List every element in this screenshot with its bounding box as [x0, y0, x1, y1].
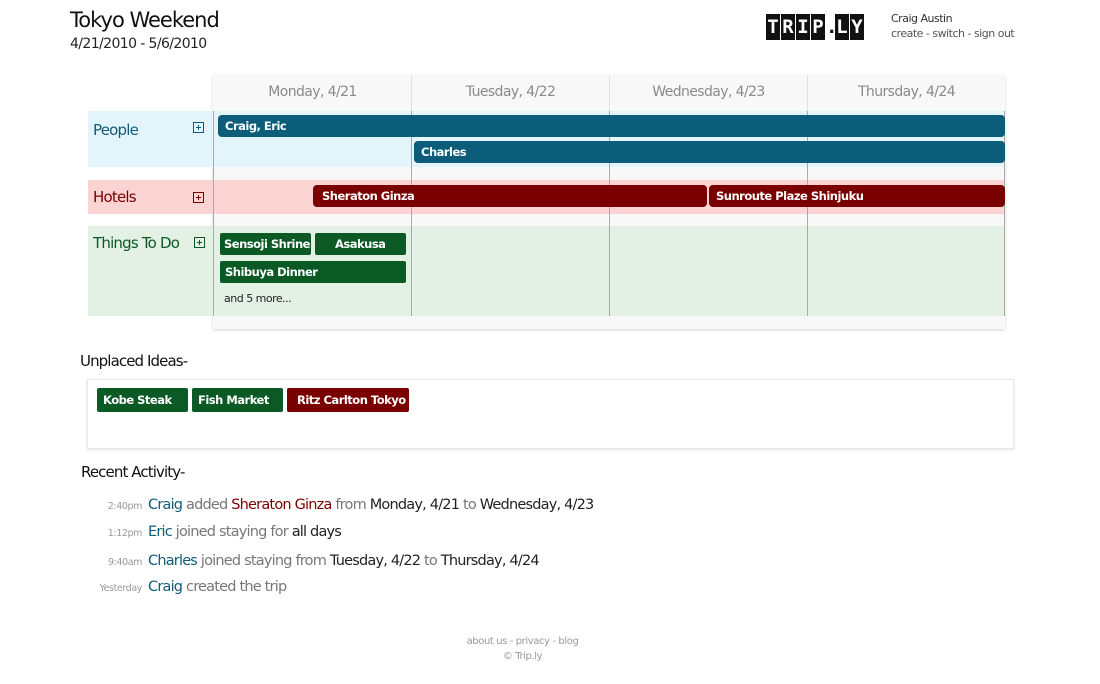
day-header-thursday: Thursday, 4/24: [857, 84, 956, 100]
date-text: Monday, 4/21: [369, 497, 460, 513]
user-name: Craig Austin: [891, 12, 953, 25]
date-text: Thursday, 4/24: [440, 553, 540, 569]
activity-verb: joined staying for: [171, 524, 292, 540]
activity-verb: added: [182, 497, 232, 513]
privacy-link[interactable]: privacy: [516, 636, 550, 647]
activity-verb: joined staying from: [197, 553, 330, 569]
activity-shibuya-dinner[interactable]: Shibuya Dinner: [220, 261, 406, 283]
activity-word: to: [420, 553, 441, 569]
switch-link[interactable]: switch: [932, 27, 965, 40]
logo-letter: R: [781, 14, 795, 40]
separator: -: [964, 27, 974, 40]
user-link[interactable]: Craig: [148, 579, 183, 595]
hotel-bar-sheraton-ginza[interactable]: Sheraton Ginza: [313, 185, 707, 207]
user-link[interactable]: Charles: [148, 553, 198, 569]
people-bar-craig-eric[interactable]: Craig, Eric: [218, 115, 1005, 137]
activity-text: Charles joined staying from Tuesday, 4/2…: [148, 553, 540, 569]
logo-letter: Y: [850, 14, 864, 40]
logo-letter: L: [835, 14, 849, 40]
day-header-wednesday: Wednesday, 4/23: [610, 75, 808, 111]
idea-fish-market[interactable]: Fish Market: [192, 388, 283, 412]
activity-time: 2:40pm: [107, 501, 143, 512]
logo-letter: P: [811, 14, 825, 40]
sign-out-link[interactable]: sign out: [974, 27, 1015, 40]
recent-activity-title: Recent Activity-: [81, 463, 185, 481]
activity-verb: created the trip: [182, 579, 287, 595]
add-hotel-icon[interactable]: [193, 192, 204, 203]
more-activities-link[interactable]: and 5 more...: [224, 292, 292, 305]
idea-ritz-carlton-tokyo[interactable]: Ritz Carlton Tokyo: [287, 388, 409, 412]
unplaced-ideas-title: Unplaced Ideas-: [80, 352, 188, 370]
trip-title: Tokyo Weekend: [70, 8, 220, 32]
activity-sensoji-shrine[interactable]: Sensoji Shrine: [220, 233, 311, 255]
day-header-tuesday: Tuesday, 4/22: [412, 75, 610, 111]
add-people-icon[interactable]: [193, 122, 204, 133]
about-us-link[interactable]: about us: [467, 636, 508, 647]
activity-time: 9:40am: [107, 557, 142, 568]
create-link[interactable]: create: [891, 27, 923, 40]
separator: -: [922, 27, 933, 40]
user-link[interactable]: Craig: [148, 497, 183, 513]
things-to-do-row-label: Things To Do: [93, 234, 180, 252]
idea-kobe-steak[interactable]: Kobe Steak: [97, 388, 188, 412]
blog-link[interactable]: blog: [558, 636, 578, 647]
date-text: Tuesday, 4/22: [329, 553, 421, 569]
activity-text: Craig added Sheraton Ginza from Monday, …: [148, 497, 595, 513]
add-thing-icon[interactable]: [194, 237, 205, 248]
separator: -: [506, 636, 516, 647]
activity-text: Eric joined staying for all days: [148, 524, 342, 540]
date-text: all days: [291, 524, 342, 540]
activity-word: from: [331, 497, 370, 513]
activity-text: Craig created the trip: [148, 579, 287, 595]
copyright: © Trip.ly: [502, 651, 543, 662]
day-divider: [411, 111, 412, 316]
logo-letter: .: [826, 14, 838, 40]
activity-asakusa[interactable]: Asakusa: [315, 233, 406, 255]
tripl-logo[interactable]: T R I P . L Y: [766, 14, 864, 40]
activity-time: Yesterday: [99, 583, 142, 594]
day-header-monday: Monday, 4/21: [214, 75, 412, 111]
people-row-label: People: [93, 121, 139, 139]
activity-word: to: [459, 497, 480, 513]
trip-calendar: Monday, 4/21 Tuesday, 4/22 Wednesday, 4/…: [88, 75, 1006, 331]
day-divider: [213, 111, 214, 316]
activity-time: 1:12pm: [107, 528, 143, 539]
footer-links: about us - privacy - blog: [0, 636, 1045, 647]
hotel-link[interactable]: Sheraton Ginza: [231, 497, 332, 513]
people-bar-charles[interactable]: Charles: [414, 141, 1005, 163]
user-links: create - switch - sign out: [891, 27, 1015, 40]
logo-letter: T: [766, 14, 780, 40]
user-link[interactable]: Eric: [148, 524, 173, 540]
logo-letter: I: [796, 14, 810, 40]
trip-date-range: 4/21/2010 - 5/6/2010: [70, 36, 207, 52]
unplaced-ideas-panel: Kobe Steak Fish Market Ritz Carlton Toky…: [87, 379, 1014, 449]
hotels-row-label: Hotels: [93, 188, 137, 206]
date-text: Wednesday, 4/23: [479, 497, 595, 513]
hotel-bar-sunroute-plaze-shinjuku[interactable]: Sunroute Plaze Shinjuku: [709, 185, 1005, 207]
